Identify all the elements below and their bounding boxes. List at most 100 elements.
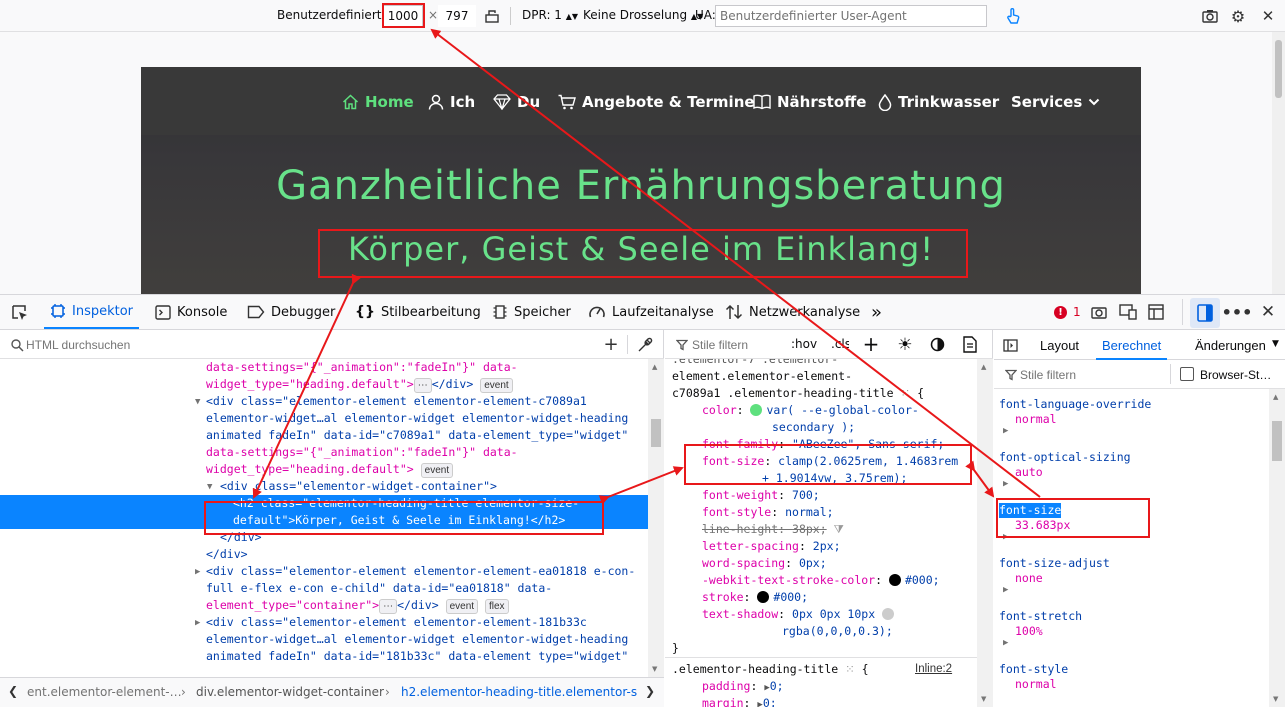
expand-arrow-icon[interactable]: ▶: [999, 638, 1082, 652]
element-picker-icon[interactable]: [10, 303, 30, 323]
tabs-dropdown-icon[interactable]: ▼: [1272, 339, 1279, 349]
browser-styles-checkbox[interactable]: [1180, 367, 1194, 381]
event-badge[interactable]: event: [420, 463, 454, 478]
expand-arrow-icon[interactable]: ▶: [999, 479, 1131, 493]
responsive-mode-icon[interactable]: [1119, 304, 1137, 320]
tree-line[interactable]: widget_type="heading.default"> ⋯ </div> ev…: [0, 376, 648, 393]
computed-property[interactable]: font-optical-sizing auto ▶: [999, 450, 1131, 493]
rotate-icon[interactable]: [483, 8, 501, 24]
rule-source-link[interactable]: Inline:2: [915, 661, 952, 678]
markup-scrollbar[interactable]: ▲ ▼: [648, 359, 664, 677]
close-devtools-icon[interactable]: ✕: [1258, 302, 1278, 322]
tab-stilbearbeitung[interactable]: {} Stilbearbeitung: [355, 295, 481, 329]
expand-arrow-icon[interactable]: ▶: [999, 426, 1151, 440]
tree-line[interactable]: ▼ <div class="elementor-element elementor…: [0, 393, 648, 410]
declaration-color[interactable]: color: var( --e-global-color-: [702, 402, 919, 419]
nav-item-trinkwasser[interactable]: Trinkwasser: [878, 93, 999, 111]
tab-inspektor[interactable]: Inspektor: [44, 295, 140, 329]
color-swatch[interactable]: [750, 404, 763, 416]
nav-item-ich[interactable]: Ich: [428, 93, 475, 111]
tree-line[interactable]: elementor-widget…al elementor-widget ele…: [0, 631, 648, 648]
tree-line[interactable]: data-settings="{"_animation":"fadeIn"}" …: [0, 444, 648, 461]
tree-line[interactable]: ▶ <div class="elementor-element elementor…: [0, 563, 648, 580]
collapse-toggle-icon[interactable]: ▶: [195, 564, 200, 581]
close-rdm-icon[interactable]: ✕: [1259, 7, 1277, 25]
tab-konsole[interactable]: Konsole: [155, 295, 227, 329]
dock-side-icon[interactable]: [1190, 298, 1220, 328]
breadcrumb-item[interactable]: div.elementor-widget-container: [196, 685, 384, 699]
tab-laufzeitanalyse[interactable]: Laufzeitanalyse: [588, 295, 714, 329]
nav-item-du[interactable]: Du: [493, 93, 540, 111]
tree-line[interactable]: widget_type="heading.default"> event: [0, 461, 648, 478]
expand-toggle-icon[interactable]: ▼: [207, 479, 212, 496]
breadcrumb-prev-icon[interactable]: ❮: [8, 684, 18, 698]
tree-line[interactable]: element_type="container"> ⋯ </div> event f…: [0, 597, 648, 614]
computed-property[interactable]: font-style normal: [999, 662, 1068, 691]
more-tools-button[interactable]: »: [871, 295, 882, 329]
tab-aenderungen[interactable]: Änderungen: [1195, 338, 1266, 353]
nav-item-services[interactable]: Services: [1011, 93, 1100, 111]
collapse-toggle-icon[interactable]: ▶: [195, 615, 200, 632]
color-swatch[interactable]: [888, 574, 901, 586]
computed-scrollbar[interactable]: ▲ ▼: [1269, 389, 1285, 707]
viewport-height-input[interactable]: 797: [438, 5, 476, 27]
print-media-icon[interactable]: [962, 335, 978, 353]
declaration-margin[interactable]: margin: ▶0;: [702, 695, 777, 707]
nav-item-naehrstoffe[interactable]: Nährstoffe: [753, 93, 866, 111]
tree-line[interactable]: </div>: [0, 546, 648, 563]
color-swatch[interactable]: [757, 591, 770, 603]
color-swatch[interactable]: [882, 608, 895, 620]
touch-simulation-icon[interactable]: [1004, 6, 1022, 26]
dpr-selector[interactable]: DPR: 1 ▲▼: [522, 8, 578, 22]
settings-gear-icon[interactable]: ⚙: [1229, 7, 1247, 26]
eyedropper-icon[interactable]: [636, 336, 654, 353]
dark-mode-icon[interactable]: [929, 336, 945, 352]
breadcrumb-item-current[interactable]: h2.elementor-heading-title.elementor-siz: [401, 685, 637, 699]
more-options-icon[interactable]: •••: [1222, 303, 1253, 322]
rule-selector[interactable]: element.elementor-element-: [672, 368, 852, 385]
tab-netzwerkanalyse[interactable]: Netzwerkanalyse: [725, 295, 860, 329]
nav-item-angebote[interactable]: Angebote & Termine: [558, 93, 755, 111]
device-selector[interactable]: Benutzerdefiniert ▲▼: [277, 8, 398, 22]
html-search-input[interactable]: [26, 336, 586, 353]
tree-line[interactable]: elementor-widget…al elementor-widget ele…: [0, 410, 648, 427]
event-badge[interactable]: event: [480, 378, 513, 393]
add-node-icon[interactable]: +: [602, 334, 620, 355]
class-toggle[interactable]: .cls: [831, 337, 849, 351]
breadcrumb-next-icon[interactable]: ❯: [645, 684, 655, 698]
computed-property[interactable]: font-size-adjust none ▶: [999, 556, 1110, 599]
tree-line[interactable]: animated fadeIn" data-id="181b33c" data-…: [0, 648, 648, 665]
rules-filter-input[interactable]: [692, 336, 782, 353]
error-count[interactable]: ! 1: [1054, 295, 1081, 329]
tab-debugger[interactable]: Debugger: [247, 295, 335, 329]
expand-arrow-icon[interactable]: ▶: [999, 585, 1110, 599]
toggle-sidebar-icon[interactable]: [1002, 338, 1018, 352]
tree-line[interactable]: data-settings="{"_animation":"fadeIn"}" …: [0, 359, 648, 376]
screenshot-node-icon[interactable]: [1090, 304, 1108, 320]
tab-berechnet[interactable]: Berechnet: [1096, 330, 1168, 360]
event-badge[interactable]: event: [445, 599, 479, 614]
computed-filter-input[interactable]: [1020, 366, 1160, 383]
hover-state-toggle[interactable]: :hov: [791, 337, 817, 351]
declaration-text-stroke-color[interactable]: -webkit-text-stroke-color: #000;: [702, 572, 940, 589]
light-mode-icon[interactable]: ☀: [895, 335, 915, 355]
filter-overridden-icon[interactable]: ⧩: [834, 522, 844, 536]
throttling-selector[interactable]: Keine Drosselung ▲▼: [583, 8, 703, 22]
rule-selector[interactable]: .elementor-heading-title ⁙ {: [672, 661, 869, 678]
flex-badge[interactable]: flex: [484, 599, 509, 614]
expand-toggle-icon[interactable]: ▼: [195, 394, 200, 411]
rule-selector[interactable]: c7089a1 .elementor-heading-title ⁙ {: [672, 385, 924, 402]
tree-line[interactable]: animated fadeIn" data-id="c7089a1" data-…: [0, 427, 648, 444]
declaration-line-height-overridden[interactable]: line-height: 38px; ⧩: [702, 521, 844, 538]
ellipsis-badge[interactable]: ⋯: [413, 378, 432, 393]
tree-line[interactable]: ▶ <div class="elementor-element elementor…: [0, 614, 648, 631]
declaration-font-weight[interactable]: font-weight: 700;: [702, 487, 820, 504]
ellipsis-badge[interactable]: ⋯: [379, 599, 398, 614]
computed-property[interactable]: font-language-override normal ▶: [999, 397, 1151, 440]
screenshot-icon[interactable]: [1201, 8, 1219, 24]
tree-line[interactable]: ▼ <div class="elementor-widget-container"…: [0, 478, 648, 495]
declaration-word-spacing[interactable]: word-spacing: 0px;: [702, 555, 827, 572]
tree-line[interactable]: full e-flex e-con e-child" data-id="ea01…: [0, 580, 648, 597]
declaration-stroke[interactable]: stroke: #000;: [702, 589, 808, 606]
nav-item-home[interactable]: Home: [342, 93, 414, 111]
